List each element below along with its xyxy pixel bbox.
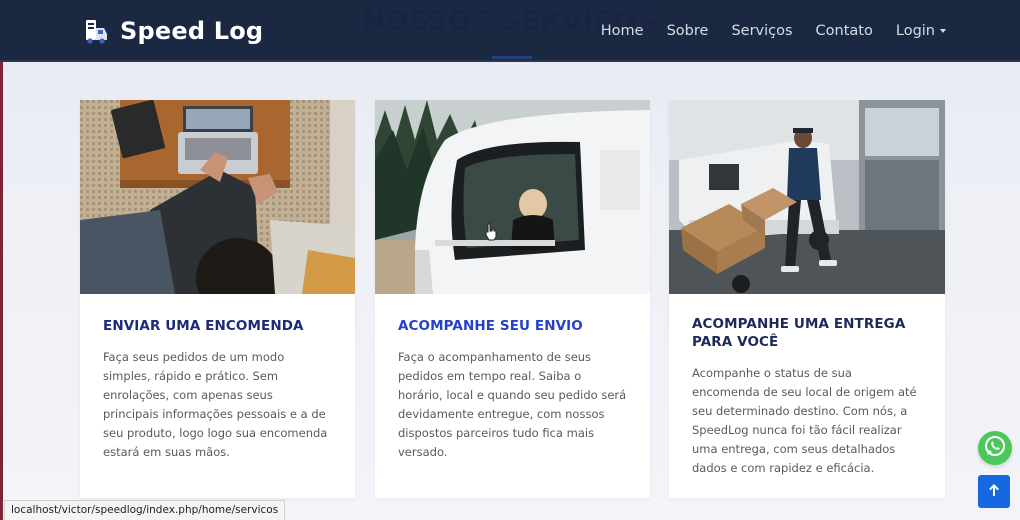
card-description: Faça seus pedidos de um modo simples, rá… — [103, 350, 328, 459]
whatsapp-button[interactable] — [978, 431, 1012, 465]
brand-logo-link[interactable]: Speed Log — [84, 16, 263, 46]
arrow-up-icon — [988, 482, 1000, 501]
main-nav: Home Sobre Serviços Contato Login — [601, 21, 946, 41]
caret-down-icon — [940, 29, 946, 33]
nav-login-label: Login — [895, 23, 935, 39]
delivery-logo-icon — [84, 18, 108, 44]
service-card-acompanhe-entrega: ACOMPANHE UMA ENTREGA PARA VOCÊ Acompanh… — [669, 100, 945, 498]
nav-login-dropdown[interactable]: Login — [896, 21, 946, 41]
card-description: Faça o acompanhamento de seus pedidos em… — [398, 350, 627, 459]
nav-sobre[interactable]: Sobre — [667, 21, 709, 41]
card-title: ENVIAR UMA ENCOMENDA — [103, 318, 304, 334]
whatsapp-icon — [983, 434, 1007, 462]
scroll-to-top-button[interactable] — [978, 475, 1010, 508]
card-description: Acompanhe o status de sua encomenda de s… — [692, 366, 917, 475]
service-card-enviar: ENVIAR UMA ENCOMENDA Faça seus pedidos d… — [80, 100, 355, 498]
nav-home[interactable]: Home — [601, 21, 644, 41]
navbar: NOSSOS SERVIÇOS Speed Log Home Sobre Ser… — [0, 0, 1020, 62]
nav-contato[interactable]: Contato — [816, 21, 873, 41]
card-title: ACOMPANHE UMA ENTREGA PARA VOCÊ — [692, 316, 906, 350]
service-card-acompanhe-envio: ACOMPANHE SEU ENVIO Faça o acompanhament… — [375, 100, 650, 498]
window-edge — [0, 0, 3, 520]
card-image-van-driver — [375, 100, 650, 294]
nav-servicos[interactable]: Serviços — [731, 21, 792, 41]
brand-name: Speed Log — [120, 17, 264, 45]
card-title: ACOMPANHE SEU ENVIO — [398, 318, 583, 334]
card-image-laptop — [80, 100, 355, 294]
card-image-courier-boxes — [669, 100, 945, 294]
status-bar-url: localhost/victor/speedlog/index.php/home… — [4, 500, 286, 520]
hand-cursor-icon — [484, 223, 498, 245]
section-title-underline — [492, 56, 532, 59]
